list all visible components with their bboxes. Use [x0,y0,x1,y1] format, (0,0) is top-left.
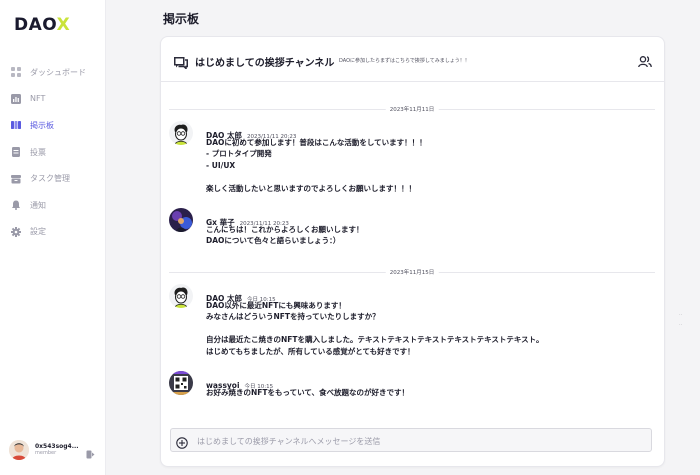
message-line: DAO以外に最近NFTにも興味あります！ [206,301,346,310]
image-icon [11,93,21,104]
user-profile[interactable]: 0x543sog4... member [9,438,99,462]
date-divider: 2023年11月11日 [169,105,655,113]
grid-icon [11,67,21,78]
logo[interactable]: DAOX [14,15,70,35]
sidebar-item-label: 通知 [30,200,46,210]
sidebar-item-label: 設定 [30,227,46,237]
avatar [169,284,193,308]
scroll-indicator[interactable]: ·· ·· [679,310,682,330]
message-line [206,323,544,334]
avatar [169,208,193,232]
sidebar-item-label: NFT [30,94,46,104]
bell-icon [11,200,21,211]
message-body: DAO以外に最近NFTにも興味あります！ みなさんはどういうNFTを持っていたり… [206,300,544,357]
message-composer [170,428,652,452]
message: wassyoi 今日 10:15 お好み焼きのNFTをもっていて、食べ放題なのが好… [169,371,649,407]
channel-title: はじめましての挨拶チャンネル [195,58,335,69]
sidebar-item-settings[interactable]: 設定 [0,219,105,246]
message: DAO 太郎 2023/11/11 20:23 DAOに初めて参加します！普段はこ… [169,121,649,201]
chat-icon [174,54,188,73]
sidebar-item-label: 投票 [30,147,46,157]
message-body: DAOに初めて参加します！普段はこんな活動をしています！！！ - プロトタイプ開… [206,137,427,194]
message: Gx 華子 2023/11/11 20:23 こんにちは！これからよろしくお願いし… [169,208,649,250]
sidebar: DAOX ダッシュボード NFT 掲示板 投票 タスク管理 通知 設定 0x54… [0,0,106,475]
date-label: 2023年11月11日 [385,105,439,113]
sidebar-item-label: ダッシュボード [30,67,86,77]
sidebar-item-label: 掲示板 [30,120,54,130]
message-line: - UI/UX [206,160,236,170]
channel-panel: はじめましての挨拶チャンネル DAOに参加したらまずはこちらで挨拶してみましょう… [160,36,665,467]
message: DAO 太郎 今日 10:15 DAO以外に最近NFTにも興味あります！ みなさん… [169,284,649,364]
user-role: member [35,449,57,456]
board-icon [11,120,21,130]
channel-header: はじめましての挨拶チャンネル DAOに参加したらまずはこちらで挨拶してみましょう… [161,37,664,82]
members-icon[interactable] [638,53,652,72]
add-attachment-icon[interactable] [176,434,188,453]
sidebar-item-nft[interactable]: NFT [0,86,105,113]
document-icon [11,147,21,158]
message-line: DAOに初めて参加します！普段はこんな活動をしています！！！ [206,138,427,147]
channel-description: DAOに参加したらまずはこちらで挨拶してみましょう！！ [339,58,470,64]
message-line: お好み焼きのNFTをもっていて、食べ放題なのが好きです！ [206,388,410,397]
date-divider: 2023年11月15日 [169,268,655,276]
sidebar-item-board[interactable]: 掲示板 [0,112,105,139]
message-line: みなさんはどういうNFTを持っていたりしますか？ [206,312,380,322]
message-line: DAOについて色々と語らいましょう：） [206,236,341,246]
gear-icon [11,226,21,237]
sidebar-item-dashboard[interactable]: ダッシュボード [0,59,105,86]
page-title: 掲示板 [163,12,200,26]
avatar [169,121,193,145]
message-input[interactable] [195,432,639,450]
sidebar-item-label: タスク管理 [30,174,70,184]
message-line: こんにちは！これからよろしくお願いします！ [206,225,364,234]
sidebar-item-notifications[interactable]: 通知 [0,192,105,219]
sidebar-item-tasks[interactable]: タスク管理 [0,165,105,192]
message-body: こんにちは！これからよろしくお願いします！ DAOについて色々と語らいましょう：… [206,224,364,247]
message-line: - プロトタイプ開発 [206,149,272,159]
sidebar-nav: ダッシュボード NFT 掲示板 投票 タスク管理 通知 設定 [0,59,105,245]
logout-icon[interactable] [86,444,95,463]
message-line: 自分は最近たこ焼きのNFTを購入しました。テキストテキストテキストテキストテキス… [206,335,544,345]
message-line: はじめてもちましたが、所有している感覚がとても好きです！ [206,346,415,356]
avatar [169,371,193,395]
sidebar-item-vote[interactable]: 投票 [0,139,105,166]
message-line: 楽しく活動したいと思いますのでよろしくお願いします！！！ [206,183,416,193]
date-label: 2023年11月15日 [385,268,439,276]
message-line [206,171,427,182]
avatar [9,440,29,460]
message-body: お好み焼きのNFTをもっていて、食べ放題なのが好きです！ [206,387,409,398]
folder-icon [11,174,21,184]
